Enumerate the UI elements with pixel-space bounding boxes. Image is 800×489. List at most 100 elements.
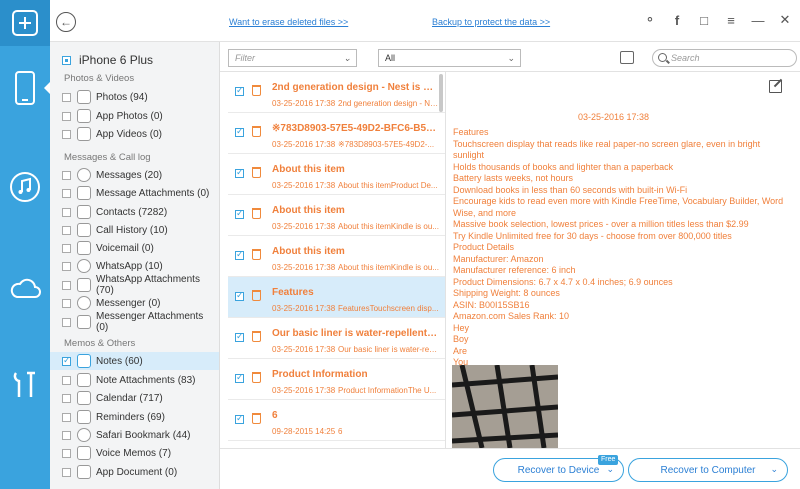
back-arrow-icon[interactable]: ← xyxy=(56,12,76,32)
checkbox[interactable] xyxy=(235,249,244,260)
facebook-icon[interactable]: f xyxy=(670,12,684,28)
note-snippet: About this itemKindle is ou... xyxy=(338,222,439,231)
filter-dropdown[interactable]: Filter ⌄ xyxy=(228,49,357,67)
checkbox[interactable] xyxy=(62,188,71,198)
checkbox[interactable] xyxy=(62,317,71,327)
paperclip-icon xyxy=(77,186,91,200)
checkbox[interactable] xyxy=(235,290,244,301)
checkbox[interactable] xyxy=(62,280,71,290)
icloud-nav-button[interactable] xyxy=(0,258,50,318)
minimize-icon[interactable]: — xyxy=(751,12,765,28)
device-header[interactable]: iPhone 6 Plus xyxy=(62,53,153,67)
search-input[interactable]: Search xyxy=(652,49,797,67)
checkbox[interactable] xyxy=(62,225,71,235)
sidebar-item-contacts[interactable]: Contacts (7282) xyxy=(62,203,218,221)
sidebar-item-reminders[interactable]: Reminders (69) xyxy=(62,408,218,426)
note-snippet: Our basic liner is water-repel... xyxy=(338,345,440,354)
note-snippet: About this itemKindle is ou... xyxy=(338,263,439,272)
sidebar-item-whatsapp[interactable]: WhatsApp (10) xyxy=(62,257,218,275)
trash-icon xyxy=(252,290,261,301)
sidebar-item-notes[interactable]: Notes (60) xyxy=(50,352,219,370)
itunes-nav-button[interactable] xyxy=(0,157,50,217)
checkbox[interactable] xyxy=(62,412,71,422)
list-item[interactable]: Features 03-25-2016 17:38FeaturesTouchscr… xyxy=(228,277,445,318)
sidebar-item-label: Message Attachments (0) xyxy=(96,187,210,199)
checkbox[interactable] xyxy=(235,331,244,342)
category-sidebar: iPhone 6 Plus Photos & Videos Photos (94… xyxy=(50,42,220,489)
feedback-icon[interactable]: □ xyxy=(697,12,711,28)
sidebar-item-whatsapp-attachments[interactable]: WhatsApp Attachments (70) xyxy=(62,274,218,296)
app-window: ← Want to erase deleted files >> Backup … xyxy=(0,0,800,489)
list-scrollbar[interactable] xyxy=(439,74,443,112)
note-date: 03-25-2016 17:38 xyxy=(272,263,336,272)
sidebar-item-label: Messenger Attachments (0) xyxy=(96,311,204,333)
checkbox[interactable] xyxy=(62,261,71,271)
checkbox[interactable] xyxy=(62,467,71,477)
list-item[interactable]: Product Information 03-25-2016 17:38Produ… xyxy=(228,359,445,400)
checkbox[interactable] xyxy=(62,448,71,458)
checkbox[interactable] xyxy=(62,430,71,440)
recover-to-computer-button[interactable]: Recover to Computer ⌄ xyxy=(628,458,788,482)
checkbox[interactable] xyxy=(235,126,244,137)
list-item[interactable]: About this item 03-25-2016 17:38About thi… xyxy=(228,236,445,277)
plus-logo-icon xyxy=(12,10,38,36)
checkbox[interactable] xyxy=(62,129,71,139)
sidebar-item-voice-memos[interactable]: Voice Memos (7) xyxy=(62,444,218,462)
erase-deleted-files-link[interactable]: Want to erase deleted files >> xyxy=(229,17,348,27)
checkbox[interactable] xyxy=(62,375,71,385)
close-icon[interactable]: ✕ xyxy=(778,12,792,28)
sidebar-item-calendar[interactable]: Calendar (717) xyxy=(62,389,218,407)
checkbox[interactable] xyxy=(62,170,71,180)
sidebar-item-label: Reminders (69) xyxy=(96,411,165,423)
note-date: 03-25-2016 17:38 xyxy=(272,222,336,231)
tools-nav-button[interactable] xyxy=(0,355,50,415)
checkbox[interactable] xyxy=(235,413,244,424)
list-item[interactable]: 2nd generation design - Nest is no... 03-… xyxy=(228,72,445,113)
sidebar-item-note-attachments[interactable]: Note Attachments (83) xyxy=(62,371,218,389)
list-item[interactable]: Our basic liner is water-repellent, od..… xyxy=(228,318,445,359)
sidebar-item-app-photos[interactable]: App Photos (0) xyxy=(62,107,218,125)
checkbox[interactable] xyxy=(235,372,244,383)
sidebar-item-app-videos[interactable]: App Videos (0) xyxy=(62,125,218,143)
sidebar-item-label: Photos (94) xyxy=(96,91,148,103)
sidebar-item-call-history[interactable]: Call History (10) xyxy=(62,221,218,239)
checkbox[interactable] xyxy=(62,111,71,121)
list-item[interactable]: About this item 03-25-2016 17:38About thi… xyxy=(228,154,445,195)
sidebar-item-messages[interactable]: Messages (20) xyxy=(62,166,218,184)
sidebar-item-label: Note Attachments (83) xyxy=(96,374,196,386)
sidebar-item-messenger-attachments[interactable]: Messenger Attachments (0) xyxy=(62,311,218,333)
list-item[interactable]: 609-28-2015 14:256 xyxy=(228,400,445,441)
sidebar-item-safari-bookmark[interactable]: Safari Bookmark (44) xyxy=(62,426,218,444)
list-item[interactable]: ※783D8903-57E5-49D2-BFC6-B54... 03-25-201… xyxy=(228,113,445,154)
sidebar-item-app-document[interactable]: App Document (0) xyxy=(62,463,218,481)
checkbox[interactable] xyxy=(62,92,71,102)
checkbox[interactable] xyxy=(62,393,71,403)
type-dropdown[interactable]: All ⌄ xyxy=(378,49,521,67)
sidebar-item-label: Calendar (717) xyxy=(96,392,163,404)
checkbox[interactable] xyxy=(62,207,71,217)
free-badge: Free xyxy=(598,455,619,465)
sidebar-item-messenger[interactable]: Messenger (0) xyxy=(62,294,218,312)
key-icon[interactable]: ⚬ xyxy=(643,12,657,28)
checkbox[interactable] xyxy=(235,167,244,178)
menu-icon[interactable]: ≡ xyxy=(724,12,738,28)
sidebar-item-photos[interactable]: Photos (94) xyxy=(62,88,218,106)
detail-line: Try Kindle Unlimited free for 30 days - … xyxy=(453,230,732,241)
checkbox[interactable] xyxy=(62,298,71,308)
checkbox[interactable] xyxy=(235,208,244,219)
list-item[interactable]: About this item 03-25-2016 17:38About thi… xyxy=(228,195,445,236)
checkbox[interactable] xyxy=(62,355,71,366)
checkbox[interactable] xyxy=(62,243,71,253)
note-date: 03-25-2016 17:38 xyxy=(272,99,336,108)
device-nav-button[interactable] xyxy=(0,58,50,118)
edit-icon[interactable] xyxy=(769,80,782,93)
device-select-checkbox[interactable] xyxy=(62,55,71,65)
search-placeholder: Search xyxy=(671,53,700,63)
printer-icon[interactable] xyxy=(620,51,634,64)
backup-data-link[interactable]: Backup to protect the data >> xyxy=(432,17,550,27)
sidebar-item-message-attachments[interactable]: Message Attachments (0) xyxy=(62,184,218,202)
detail-line: Manufacturer: Amazon xyxy=(453,253,544,264)
checkbox[interactable] xyxy=(235,85,244,96)
sidebar-item-voicemail[interactable]: Voicemail (0) xyxy=(62,239,218,257)
flower-icon xyxy=(77,90,91,104)
